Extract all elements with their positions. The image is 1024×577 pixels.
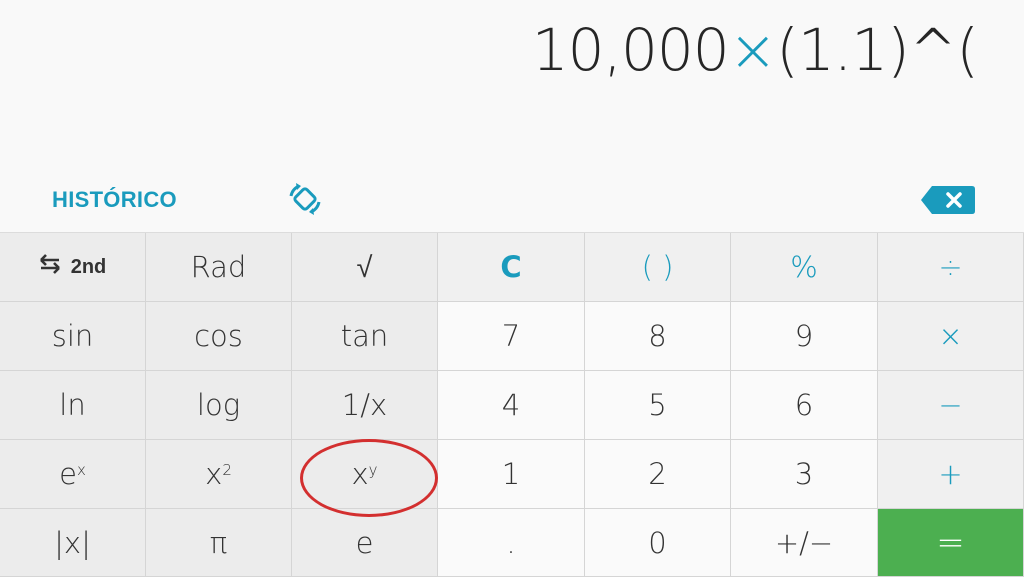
log-key[interactable]: log <box>146 371 292 440</box>
power-sup: y <box>368 461 378 479</box>
sin-key[interactable]: sin <box>0 302 146 371</box>
negate-key[interactable]: +/− <box>731 509 878 577</box>
toolbar: HISTÓRICO <box>0 170 1024 232</box>
digit-6-key[interactable]: 6 <box>731 371 878 440</box>
second-label: 2nd <box>70 255 107 278</box>
expression-display: 10,000×(1.1)^( <box>531 16 979 84</box>
e-constant-key[interactable]: e <box>292 509 438 577</box>
cos-key[interactable]: cos <box>146 302 292 371</box>
percent-key[interactable]: % <box>731 233 878 302</box>
square-key[interactable]: x2 <box>146 440 292 509</box>
digit-8-key[interactable]: 8 <box>585 302 731 371</box>
ln-key[interactable]: ln <box>0 371 146 440</box>
expression-operand: 10,000 <box>531 16 730 84</box>
parentheses-key[interactable]: ( ) <box>585 233 731 302</box>
pi-key[interactable]: π <box>146 509 292 577</box>
expression-rest: (1.1)^( <box>776 16 979 84</box>
second-function-key[interactable]: 2nd <box>0 233 146 302</box>
clear-key[interactable]: C <box>438 233 585 302</box>
abs-key[interactable]: |x| <box>0 509 146 577</box>
equals-key[interactable]: = <box>878 509 1024 577</box>
digit-5-key[interactable]: 5 <box>585 371 731 440</box>
expression-operator: × <box>728 16 778 84</box>
digit-0-key[interactable]: 0 <box>585 509 731 577</box>
swap-icon <box>39 254 61 280</box>
rad-key[interactable]: Rad <box>146 233 292 302</box>
exp-sup: x <box>76 461 86 479</box>
power-key[interactable]: xy <box>292 440 438 509</box>
reciprocal-key[interactable]: 1/x <box>292 371 438 440</box>
digit-2-key[interactable]: 2 <box>585 440 731 509</box>
sqrt-key[interactable]: √ <box>292 233 438 302</box>
screen-rotation-icon[interactable] <box>286 180 326 220</box>
exp-key[interactable]: ex <box>0 440 146 509</box>
power-base: x <box>351 457 369 491</box>
digit-7-key[interactable]: 7 <box>438 302 585 371</box>
history-button[interactable]: HISTÓRICO <box>52 187 177 213</box>
decimal-point-key[interactable]: . <box>438 509 585 577</box>
display-area: 10,000×(1.1)^( <box>0 0 1024 170</box>
square-base: x <box>205 457 223 491</box>
tan-key[interactable]: tan <box>292 302 438 371</box>
plus-key[interactable]: + <box>878 440 1024 509</box>
divide-key[interactable]: ÷ <box>878 233 1024 302</box>
multiply-key[interactable]: × <box>878 302 1024 371</box>
digit-4-key[interactable]: 4 <box>438 371 585 440</box>
backspace-icon <box>921 186 975 214</box>
exp-base: e <box>59 457 77 491</box>
digit-9-key[interactable]: 9 <box>731 302 878 371</box>
digit-1-key[interactable]: 1 <box>438 440 585 509</box>
backspace-button[interactable] <box>920 184 976 216</box>
square-sup: 2 <box>222 461 232 479</box>
keypad: 2nd Rad √ C ( ) % ÷ sin cos tan 7 8 9 × … <box>0 232 1024 577</box>
digit-3-key[interactable]: 3 <box>731 440 878 509</box>
minus-key[interactable]: − <box>878 371 1024 440</box>
